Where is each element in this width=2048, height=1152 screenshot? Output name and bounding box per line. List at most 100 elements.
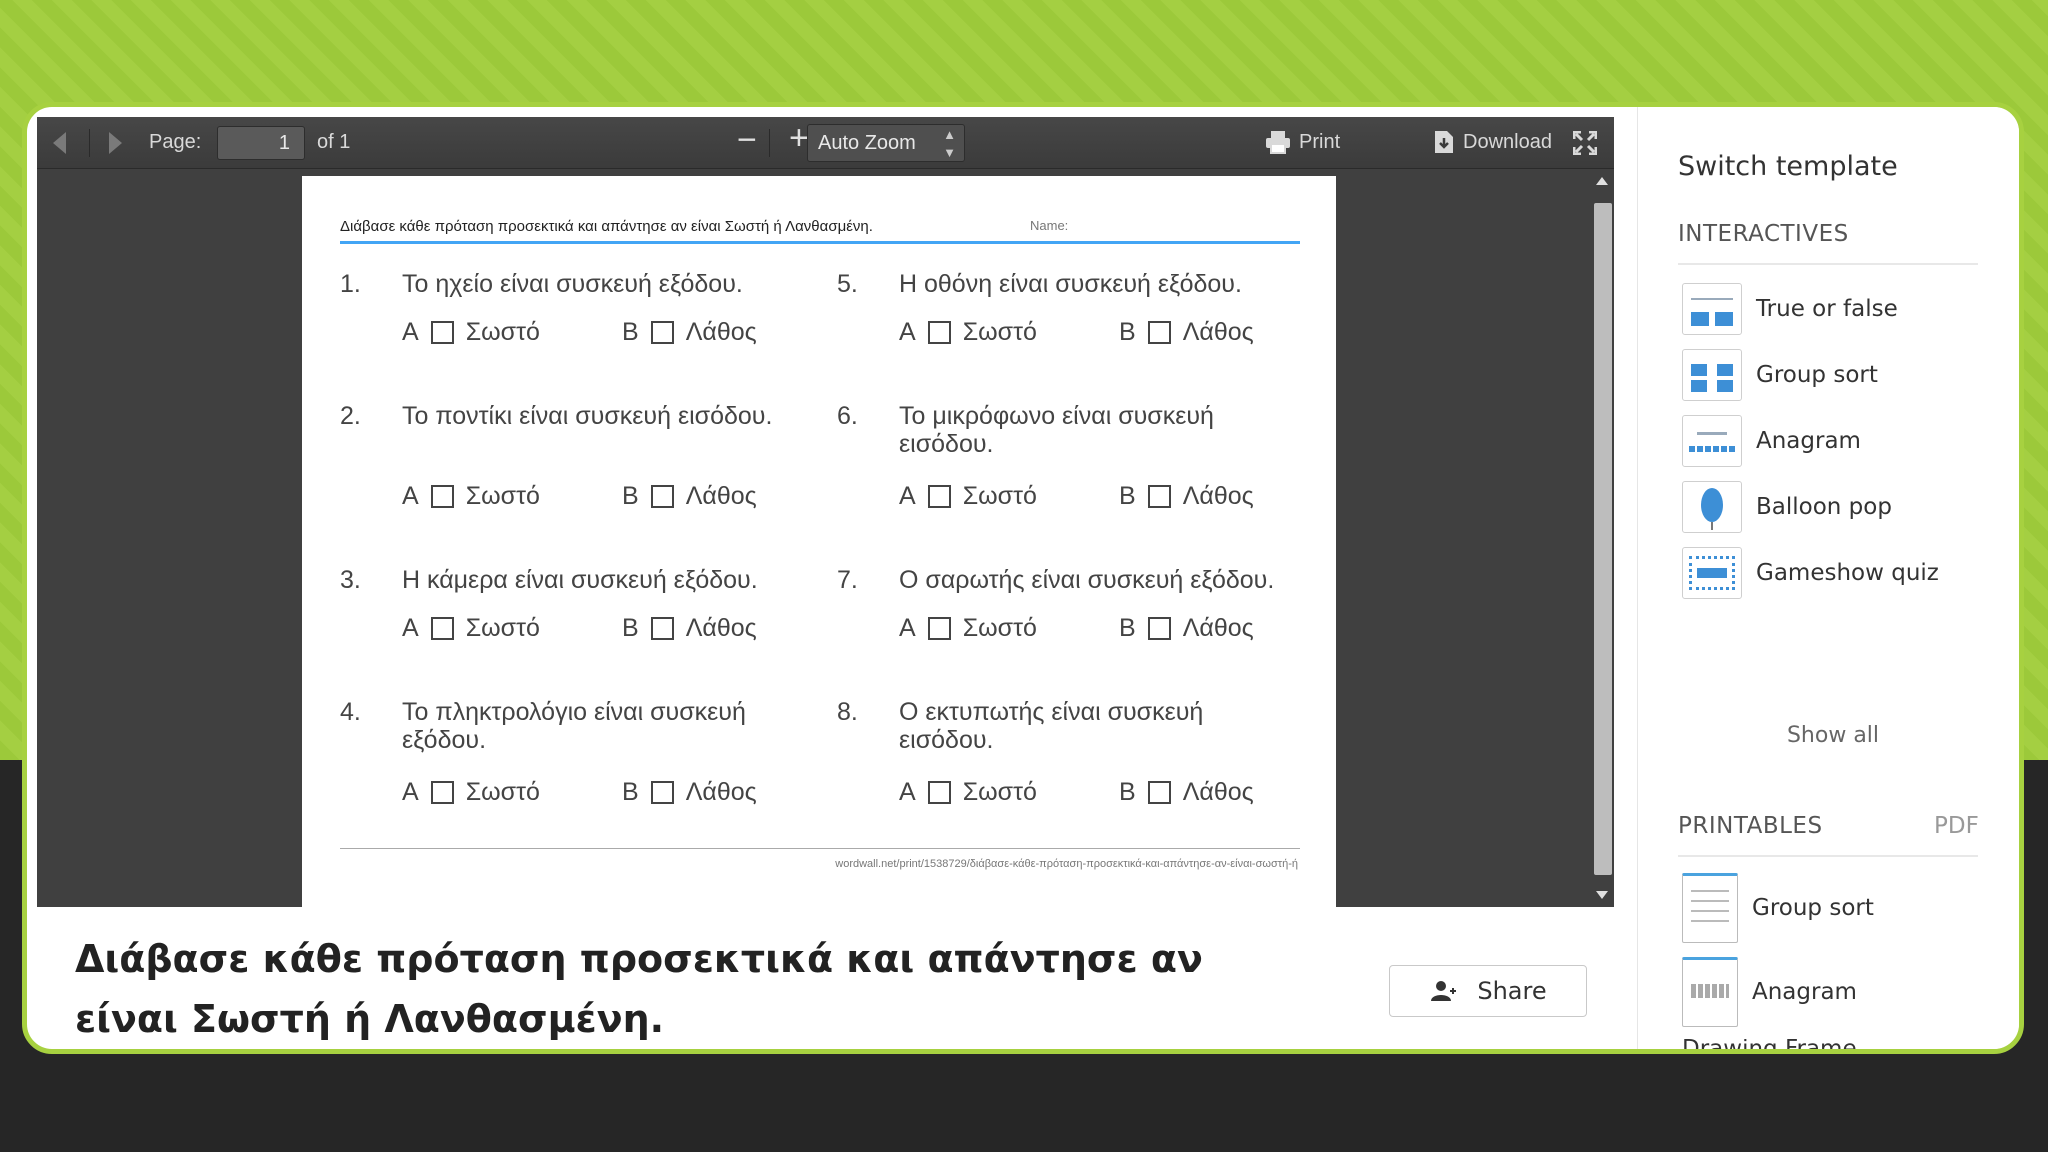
option-letter: A	[402, 482, 419, 510]
download-label: Download	[1463, 130, 1552, 153]
option-a: A Σωστό	[402, 778, 592, 807]
question-text: Το μικρόφωνο είναι συσκευή εισόδου.	[899, 402, 1214, 458]
balloon-icon	[1682, 481, 1742, 533]
scroll-up-icon[interactable]	[1596, 177, 1608, 185]
option-label: Λάθος	[685, 778, 757, 806]
option-label: Σωστό	[465, 482, 540, 510]
section-divider	[1678, 263, 1978, 265]
option-a: A Σωστό	[402, 482, 592, 511]
option-label: Σωστό	[465, 318, 540, 346]
option-b: B Λάθος	[1119, 318, 1254, 347]
option-letter: B	[622, 614, 639, 642]
arrow-left-icon	[53, 132, 66, 154]
option-a: A Σωστό	[402, 614, 592, 643]
checkbox[interactable]	[1147, 321, 1171, 344]
printable-label: Anagram	[1752, 979, 1857, 1005]
checkbox[interactable]	[430, 781, 454, 804]
checkbox[interactable]	[650, 781, 674, 804]
checkbox[interactable]	[927, 781, 951, 804]
print-button[interactable]: Print	[1265, 130, 1340, 154]
next-page-button[interactable]	[109, 132, 122, 154]
question-text: Η κάμερα είναι συσκευή εξόδου.	[402, 566, 758, 594]
template-sidebar: Switch template INTERACTIVES True or fal…	[1637, 107, 2019, 1054]
checkbox[interactable]	[430, 485, 454, 508]
checkbox[interactable]	[430, 321, 454, 344]
question-text: Ο εκτυπωτής είναι συσκευή εισόδου.	[899, 698, 1204, 754]
option-label: Σωστό	[465, 778, 540, 806]
printable-label: Group sort	[1752, 895, 1874, 921]
checkbox[interactable]	[1147, 781, 1171, 804]
option-label: Λάθος	[685, 318, 757, 346]
sidebar-title: Switch template	[1678, 151, 1898, 182]
printable-group-sort[interactable]: Group sort	[1682, 873, 1874, 943]
answer-options-4: A Σωστό B Λάθος	[402, 778, 787, 807]
template-label: True or false	[1756, 296, 1898, 322]
option-a: A Σωστό	[899, 778, 1089, 807]
option-letter: A	[899, 318, 916, 346]
pdf-toolbar: Page: 1 of 1 − + Auto Zoom ▲ ▼ Print Dow…	[37, 117, 1614, 169]
option-label: Λάθος	[685, 482, 757, 510]
download-button[interactable]: Download	[1433, 130, 1552, 154]
question-number: 8.	[837, 698, 858, 726]
answer-options-6: A Σωστό B Λάθος	[899, 482, 1284, 511]
share-label: Share	[1477, 977, 1547, 1005]
option-a: A Σωστό	[899, 614, 1089, 643]
question-text: Το πληκτρολόγιο είναι συσκευή εξόδου.	[402, 698, 746, 754]
template-label: Group sort	[1756, 362, 1878, 388]
template-balloon-pop[interactable]: Balloon pop	[1682, 481, 1892, 533]
fullscreen-button[interactable]	[1573, 131, 1597, 155]
checkbox[interactable]	[650, 617, 674, 640]
option-b: B Λάθος	[622, 482, 757, 511]
zoom-out-button[interactable]: −	[737, 121, 757, 160]
select-arrows-icon: ▲ ▼	[943, 127, 956, 160]
printable-drawing-frame[interactable]: Drawing Frame	[1682, 1039, 1857, 1054]
toolbar-divider	[769, 129, 770, 157]
question-number: 4.	[340, 698, 361, 726]
fullscreen-icon	[1573, 131, 1597, 155]
zoom-select[interactable]: Auto Zoom ▲ ▼	[807, 124, 965, 162]
option-label: Λάθος	[1182, 318, 1254, 346]
template-label: Gameshow quiz	[1756, 560, 1939, 586]
checkbox[interactable]	[650, 485, 674, 508]
section-divider	[1678, 855, 1978, 857]
show-all-link[interactable]: Show all	[1638, 723, 2019, 748]
question-number: 2.	[340, 402, 361, 430]
printer-icon	[1266, 131, 1290, 154]
zoom-value: Auto Zoom	[818, 132, 916, 154]
answer-options-3: A Σωστό B Λάθος	[402, 614, 787, 643]
checkbox[interactable]	[1147, 485, 1171, 508]
option-letter: B	[622, 318, 639, 346]
previous-page-button[interactable]	[53, 132, 66, 154]
checkbox[interactable]	[430, 617, 454, 640]
option-letter: A	[899, 778, 916, 806]
option-letter: B	[622, 482, 639, 510]
template-gameshow-quiz[interactable]: Gameshow quiz	[1682, 547, 1939, 599]
zoom-in-button[interactable]: +	[789, 119, 809, 158]
checkbox[interactable]	[650, 321, 674, 344]
pdf-scrollbar[interactable]	[1590, 169, 1614, 907]
answer-options-1: A Σωστό B Λάθος	[402, 318, 787, 347]
template-group-sort[interactable]: Group sort	[1682, 349, 1878, 401]
checkbox[interactable]	[927, 485, 951, 508]
checkbox[interactable]	[927, 321, 951, 344]
template-true-or-false[interactable]: True or false	[1682, 283, 1898, 335]
checkbox[interactable]	[927, 617, 951, 640]
template-label: Balloon pop	[1756, 494, 1892, 520]
scroll-thumb[interactable]	[1594, 203, 1612, 875]
printable-anagram[interactable]: Anagram	[1682, 957, 1857, 1027]
share-button[interactable]: Share	[1389, 965, 1587, 1017]
checkbox[interactable]	[1147, 617, 1171, 640]
answer-options-2: A Σωστό B Λάθος	[402, 482, 787, 511]
question-text: Η οθόνη είναι συσκευή εξόδου.	[899, 270, 1242, 298]
template-anagram[interactable]: Anagram	[1682, 415, 1861, 467]
option-b: B Λάθος	[622, 318, 757, 347]
page-number-input[interactable]: 1	[217, 126, 305, 160]
printable-label: Drawing Frame	[1682, 1039, 1857, 1054]
option-letter: B	[1119, 482, 1136, 510]
scroll-down-icon[interactable]	[1596, 891, 1608, 899]
option-letter: B	[622, 778, 639, 806]
option-a: A Σωστό	[402, 318, 592, 347]
option-label: Σωστό	[962, 614, 1037, 642]
worksheet-page: Διάβασε κάθε πρόταση προσεκτικά και απάν…	[302, 176, 1336, 908]
option-letter: B	[1119, 318, 1136, 346]
